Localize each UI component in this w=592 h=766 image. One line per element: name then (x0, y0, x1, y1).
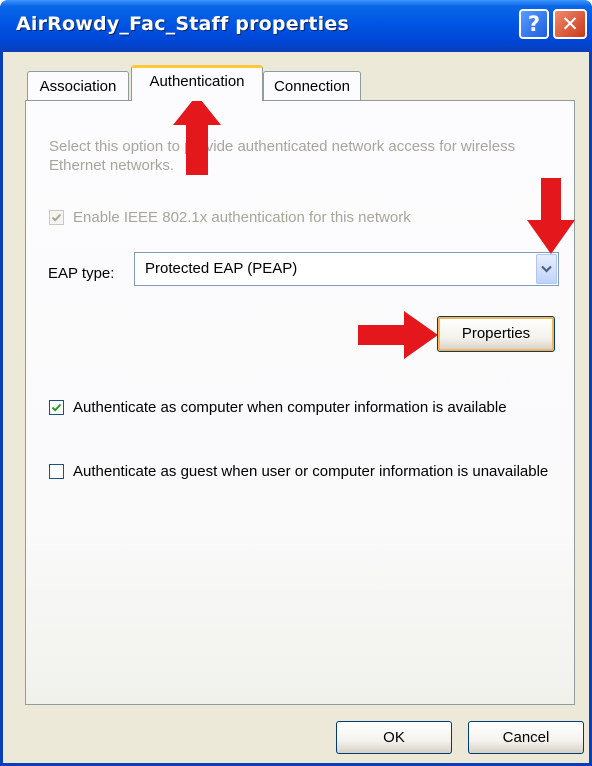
auth-as-computer-label: Authenticate as computer when computer i… (73, 399, 507, 416)
close-button[interactable]: ✕ (553, 9, 587, 39)
auth-as-computer-checkbox[interactable] (49, 400, 64, 415)
dropdown-arrow-icon (541, 265, 552, 273)
eap-type-select[interactable]: Protected EAP (PEAP) (134, 252, 559, 286)
red-arrow-annotation (527, 178, 575, 254)
auth-as-guest-label: Authenticate as guest when user or compu… (73, 463, 549, 480)
window-title: AirRowdy_Fac_Staff properties (16, 13, 349, 35)
description-text: Select this option to provide authentica… (49, 138, 516, 174)
tab-authentication[interactable]: Authentication (131, 65, 263, 101)
eap-type-label: EAP type: (48, 265, 115, 282)
checkmark-icon (51, 403, 62, 412)
dropdown-button[interactable] (536, 254, 557, 284)
help-icon: ? (527, 12, 541, 36)
enable-8021x-label: Enable IEEE 802.1x authentication for th… (73, 209, 411, 226)
eap-type-value: Protected EAP (PEAP) (145, 260, 298, 277)
title-bar[interactable]: AirRowdy_Fac_Staff properties ? ✕ (0, 0, 592, 52)
checkmark-icon (51, 213, 62, 222)
cancel-button[interactable]: Cancel (468, 721, 584, 754)
ok-button[interactable]: OK (336, 721, 452, 754)
red-arrow-annotation (173, 95, 221, 175)
tab-connection[interactable]: Connection (263, 71, 361, 100)
tab-association[interactable]: Association (27, 71, 129, 100)
auth-as-guest-checkbox[interactable] (49, 464, 64, 479)
close-icon: ✕ (561, 12, 579, 36)
red-arrow-annotation (358, 311, 438, 359)
enable-8021x-checkbox[interactable] (49, 210, 64, 225)
help-button[interactable]: ? (519, 9, 549, 39)
properties-button[interactable]: Properties (437, 316, 555, 352)
